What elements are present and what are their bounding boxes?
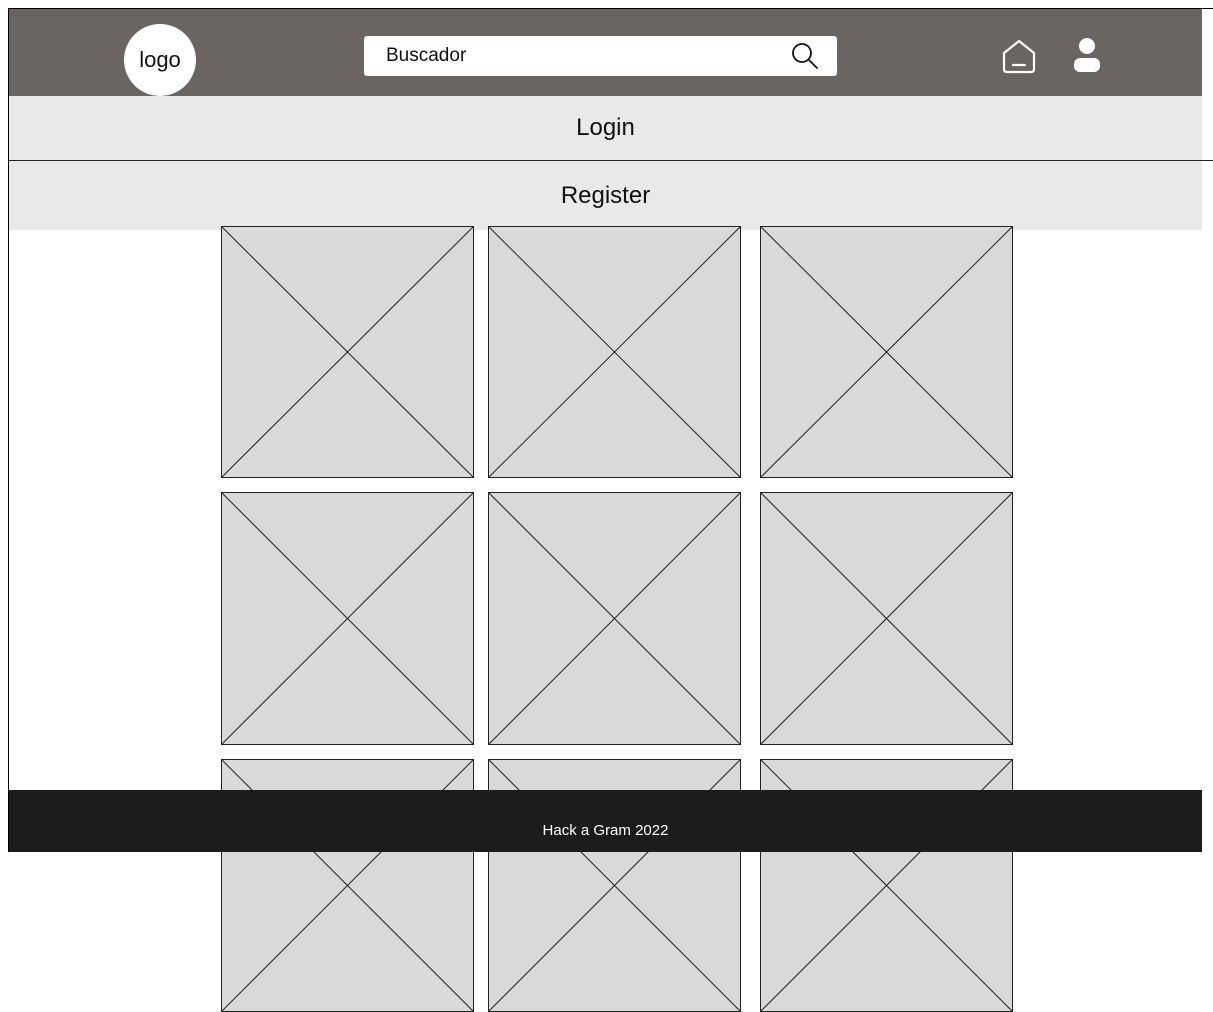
image-placeholder-icon [222, 227, 473, 477]
gallery-tile[interactable] [488, 492, 741, 745]
header-bar: logo [9, 9, 1202, 96]
image-placeholder-icon [222, 493, 473, 744]
register-label: Register [560, 181, 651, 209]
login-button[interactable]: Login [9, 96, 1202, 160]
search-input[interactable] [364, 36, 774, 76]
gallery-tile[interactable] [221, 226, 474, 478]
frame-gap [1202, 9, 1213, 160]
image-placeholder-icon [761, 493, 1012, 744]
logo-text: logo [139, 47, 181, 72]
user-icon[interactable] [1072, 37, 1102, 75]
register-button[interactable]: Register [9, 161, 1202, 230]
frame-gap [1202, 230, 1213, 852]
search-icon[interactable] [789, 40, 821, 72]
gallery-tile[interactable] [221, 492, 474, 745]
gallery-tile[interactable] [760, 492, 1013, 745]
login-label: Login [576, 114, 635, 141]
image-placeholder-icon [761, 227, 1012, 477]
image-placeholder-icon [489, 493, 740, 744]
home-icon[interactable] [1001, 38, 1037, 74]
footer-text: Hack a Gram 2022 [542, 821, 669, 839]
gallery-tile[interactable] [760, 226, 1013, 478]
gallery-tile[interactable] [488, 226, 741, 478]
search-box[interactable] [364, 36, 837, 76]
footer: Hack a Gram 2022 [9, 790, 1202, 852]
logo[interactable]: logo [124, 24, 196, 96]
image-placeholder-icon [489, 227, 740, 477]
